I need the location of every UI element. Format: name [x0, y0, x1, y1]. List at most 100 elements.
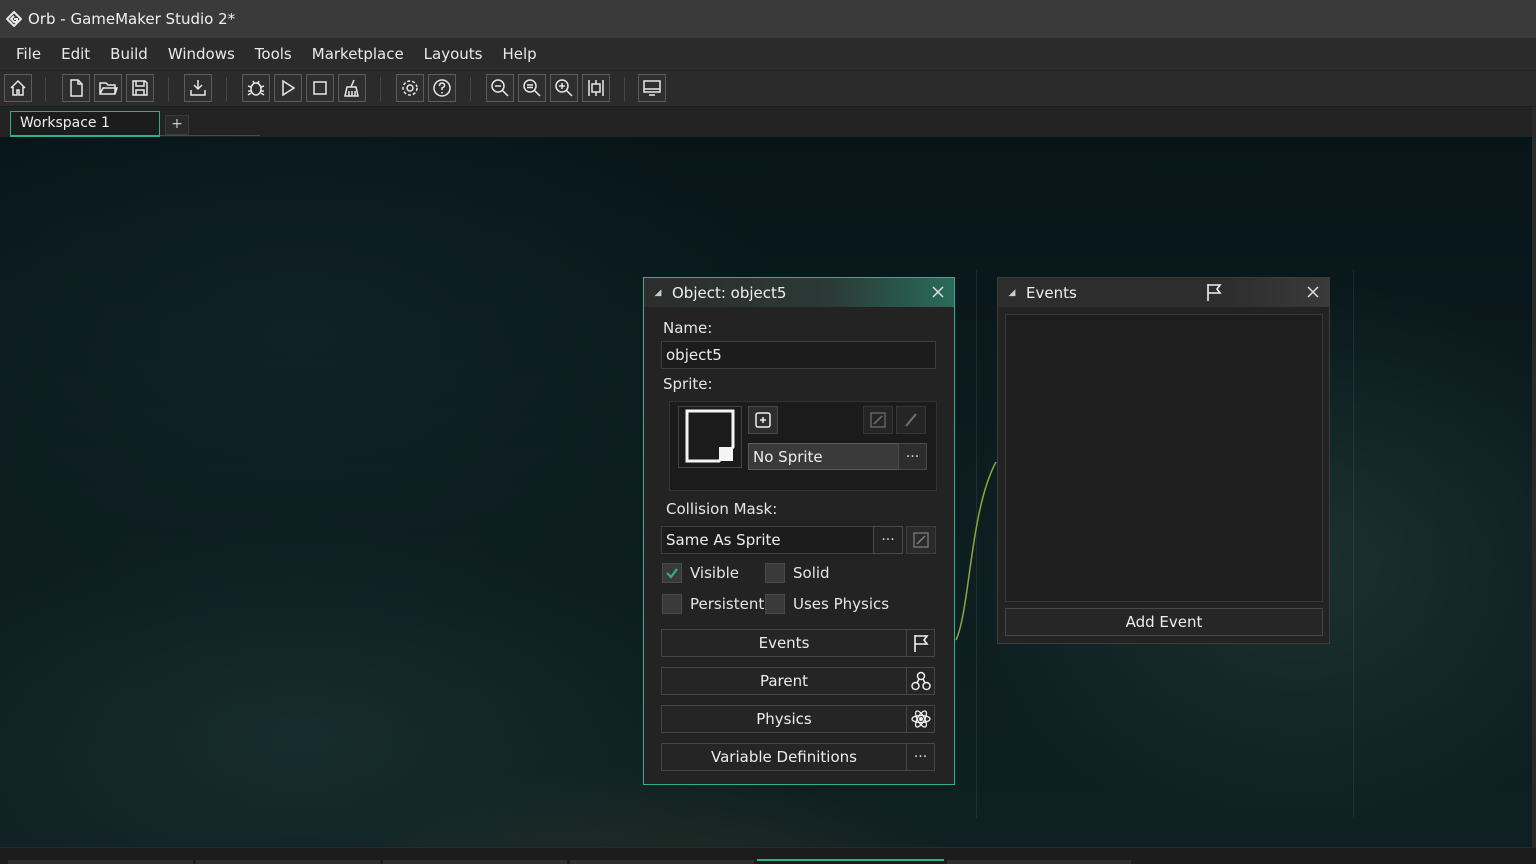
- parent-button[interactable]: Parent: [661, 667, 907, 695]
- edit-sprite-button[interactable]: [863, 406, 893, 434]
- zoom-out-icon: [491, 79, 509, 97]
- atom-icon: [910, 710, 931, 728]
- title-bar: Orb - GameMaker Studio 2*: [0, 0, 1536, 38]
- sprite-label: Sprite:: [663, 375, 713, 393]
- zoom-reset-button[interactable]: [518, 74, 546, 102]
- clean-icon: [344, 79, 359, 97]
- events-window-header[interactable]: ◢ Events: [998, 278, 1329, 307]
- object-editor-window: ◢ Object: object5 Name: object5 Sprite: …: [643, 277, 955, 785]
- physics-icon-button[interactable]: [906, 705, 935, 733]
- fit-view-button[interactable]: [582, 74, 610, 102]
- new-sprite-button[interactable]: [748, 406, 778, 434]
- edit-mask-icon: [913, 532, 929, 548]
- empty-sprite-icon: [685, 409, 735, 463]
- visible-label: Visible: [690, 564, 739, 582]
- object-window-header[interactable]: ◢ Object: object5: [644, 278, 954, 307]
- events-button[interactable]: Events: [661, 629, 907, 657]
- collision-mask-select[interactable]: Same As Sprite: [661, 526, 874, 554]
- uses-physics-checkbox[interactable]: [765, 594, 785, 614]
- events-window-title: Events: [1026, 283, 1077, 302]
- zoom-in-button[interactable]: [550, 74, 578, 102]
- variable-definitions-button[interactable]: Variable Definitions: [661, 743, 907, 771]
- zoom-out-button[interactable]: [486, 74, 514, 102]
- close-icon[interactable]: [930, 284, 946, 300]
- stop-button[interactable]: [306, 74, 334, 102]
- save-icon: [132, 80, 148, 96]
- gamemaker-logo-icon: [0, 11, 28, 27]
- events-window: ◢ Events Add Event: [997, 277, 1330, 644]
- menu-edit[interactable]: Edit: [51, 45, 100, 63]
- hierarchy-icon: [910, 671, 931, 691]
- menu-bar: File Edit Build Windows Tools Marketplac…: [0, 38, 1536, 70]
- menu-build[interactable]: Build: [100, 45, 158, 63]
- menu-file[interactable]: File: [6, 45, 51, 63]
- new-sprite-icon: [755, 412, 771, 428]
- paint-sprite-button[interactable]: [896, 406, 926, 434]
- collision-mask-label: Collision Mask:: [666, 500, 778, 518]
- new-project-icon: [70, 79, 83, 97]
- window-title: Orb - GameMaker Studio 2*: [28, 10, 236, 28]
- name-label: Name:: [663, 319, 713, 337]
- persistent-label: Persistent: [690, 595, 765, 613]
- clean-button[interactable]: [338, 74, 366, 102]
- checkmark-icon: [666, 568, 678, 579]
- debug-button[interactable]: [242, 74, 270, 102]
- game-options-icon: [402, 80, 418, 96]
- run-button[interactable]: [274, 74, 302, 102]
- debug-icon: [247, 80, 265, 96]
- flag-icon: [1207, 284, 1222, 301]
- bottom-dock: [0, 847, 1536, 864]
- run-icon: [282, 79, 296, 97]
- collapse-icon[interactable]: ◢: [998, 288, 1026, 298]
- edit-sprite-icon: [870, 412, 886, 428]
- visible-checkbox[interactable]: [662, 563, 682, 583]
- menu-help[interactable]: Help: [492, 45, 546, 63]
- home-icon: [10, 79, 26, 96]
- save-button[interactable]: [126, 74, 154, 102]
- display-button[interactable]: [638, 74, 666, 102]
- solid-checkbox[interactable]: [765, 563, 785, 583]
- menu-tools[interactable]: Tools: [245, 45, 302, 63]
- menu-marketplace[interactable]: Marketplace: [302, 45, 414, 63]
- game-options-button[interactable]: [396, 74, 424, 102]
- persistent-checkbox[interactable]: [662, 594, 682, 614]
- workspace-scrollbar[interactable]: [1532, 107, 1536, 847]
- home-button[interactable]: [4, 74, 32, 102]
- open-project-icon: [99, 82, 118, 95]
- parent-icon-button[interactable]: [906, 667, 935, 695]
- create-executable-button[interactable]: [184, 74, 212, 102]
- brush-icon: [905, 413, 917, 427]
- menu-layouts[interactable]: Layouts: [414, 45, 493, 63]
- main-toolbar: [0, 70, 1536, 107]
- fit-view-icon: [588, 80, 604, 96]
- add-workspace-button[interactable]: +: [165, 115, 189, 135]
- flag-icon: [913, 635, 929, 652]
- open-project-button[interactable]: [94, 74, 122, 102]
- collapse-icon[interactable]: ◢: [644, 288, 672, 298]
- variable-definitions-more-button[interactable]: ···: [906, 743, 935, 771]
- physics-button[interactable]: Physics: [661, 705, 907, 733]
- close-icon[interactable]: [1305, 284, 1321, 300]
- create-executable-icon: [190, 80, 206, 96]
- help-button[interactable]: [428, 74, 456, 102]
- new-project-button[interactable]: [62, 74, 90, 102]
- edit-collision-mask-button[interactable]: [906, 526, 936, 554]
- sprite-select[interactable]: No Sprite: [748, 443, 899, 470]
- zoom-in-icon: [555, 79, 573, 97]
- tab-workspace-1[interactable]: Workspace 1: [10, 111, 160, 137]
- sprite-browse-button[interactable]: ···: [898, 443, 927, 470]
- stop-icon: [313, 81, 327, 95]
- add-event-button[interactable]: Add Event: [1005, 608, 1323, 636]
- events-list[interactable]: [1005, 314, 1323, 602]
- display-icon: [643, 80, 661, 96]
- events-flag-button[interactable]: [906, 629, 935, 657]
- menu-windows[interactable]: Windows: [158, 45, 245, 63]
- solid-label: Solid: [793, 564, 830, 582]
- collision-mask-browse-button[interactable]: ···: [873, 526, 903, 554]
- object-name-field[interactable]: object5: [661, 341, 936, 369]
- sprite-panel: No Sprite ···: [669, 401, 937, 491]
- workspace-tab-bar: Workspace 1 +: [0, 107, 1536, 137]
- uses-physics-label: Uses Physics: [793, 595, 890, 613]
- sprite-thumbnail[interactable]: [678, 406, 742, 468]
- help-icon: [433, 79, 451, 97]
